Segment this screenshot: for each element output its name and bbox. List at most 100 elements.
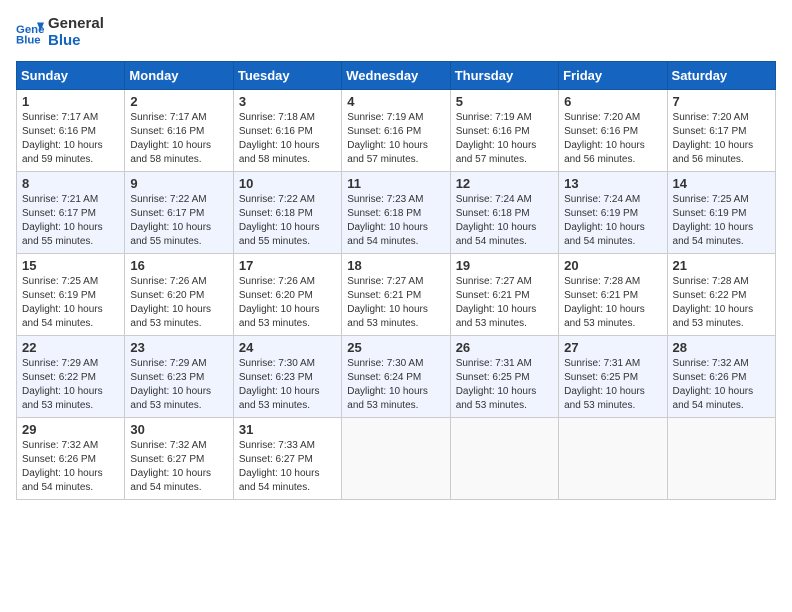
day-number: 22 bbox=[22, 340, 119, 355]
calendar-cell: 9 Sunrise: 7:22 AM Sunset: 6:17 PM Dayli… bbox=[125, 172, 233, 254]
calendar-week-row: 1 Sunrise: 7:17 AM Sunset: 6:16 PM Dayli… bbox=[17, 90, 776, 172]
day-info: Sunrise: 7:30 AM Sunset: 6:24 PM Dayligh… bbox=[347, 357, 444, 413]
calendar-cell: 25 Sunrise: 7:30 AM Sunset: 6:24 PM Dayl… bbox=[342, 336, 450, 418]
calendar-cell bbox=[667, 418, 775, 500]
day-info: Sunrise: 7:29 AM Sunset: 6:23 PM Dayligh… bbox=[130, 357, 227, 413]
calendar-cell: 30 Sunrise: 7:32 AM Sunset: 6:27 PM Dayl… bbox=[125, 418, 233, 500]
calendar-week-row: 29 Sunrise: 7:32 AM Sunset: 6:26 PM Dayl… bbox=[17, 418, 776, 500]
logo-icon: General Blue bbox=[16, 19, 44, 47]
day-number: 6 bbox=[564, 94, 661, 109]
day-number: 15 bbox=[22, 258, 119, 273]
day-number: 19 bbox=[456, 258, 553, 273]
calendar-cell: 13 Sunrise: 7:24 AM Sunset: 6:19 PM Dayl… bbox=[559, 172, 667, 254]
calendar-cell: 6 Sunrise: 7:20 AM Sunset: 6:16 PM Dayli… bbox=[559, 90, 667, 172]
calendar-header-row: SundayMondayTuesdayWednesdayThursdayFrid… bbox=[17, 62, 776, 90]
day-info: Sunrise: 7:32 AM Sunset: 6:26 PM Dayligh… bbox=[22, 439, 119, 495]
day-info: Sunrise: 7:20 AM Sunset: 6:16 PM Dayligh… bbox=[564, 111, 661, 167]
weekday-header-sunday: Sunday bbox=[17, 62, 125, 90]
day-info: Sunrise: 7:17 AM Sunset: 6:16 PM Dayligh… bbox=[22, 111, 119, 167]
day-info: Sunrise: 7:32 AM Sunset: 6:27 PM Dayligh… bbox=[130, 439, 227, 495]
weekday-header-saturday: Saturday bbox=[667, 62, 775, 90]
day-info: Sunrise: 7:24 AM Sunset: 6:19 PM Dayligh… bbox=[564, 193, 661, 249]
day-number: 29 bbox=[22, 422, 119, 437]
day-info: Sunrise: 7:33 AM Sunset: 6:27 PM Dayligh… bbox=[239, 439, 336, 495]
day-info: Sunrise: 7:26 AM Sunset: 6:20 PM Dayligh… bbox=[239, 275, 336, 331]
day-info: Sunrise: 7:17 AM Sunset: 6:16 PM Dayligh… bbox=[130, 111, 227, 167]
day-number: 17 bbox=[239, 258, 336, 273]
weekday-header-wednesday: Wednesday bbox=[342, 62, 450, 90]
day-number: 8 bbox=[22, 176, 119, 191]
logo: General Blue General Blue bbox=[16, 16, 104, 49]
day-number: 5 bbox=[456, 94, 553, 109]
day-number: 2 bbox=[130, 94, 227, 109]
day-number: 30 bbox=[130, 422, 227, 437]
calendar-cell: 18 Sunrise: 7:27 AM Sunset: 6:21 PM Dayl… bbox=[342, 254, 450, 336]
day-number: 25 bbox=[347, 340, 444, 355]
calendar-cell: 19 Sunrise: 7:27 AM Sunset: 6:21 PM Dayl… bbox=[450, 254, 558, 336]
day-number: 10 bbox=[239, 176, 336, 191]
day-number: 9 bbox=[130, 176, 227, 191]
calendar-cell: 31 Sunrise: 7:33 AM Sunset: 6:27 PM Dayl… bbox=[233, 418, 341, 500]
day-number: 24 bbox=[239, 340, 336, 355]
calendar-week-row: 22 Sunrise: 7:29 AM Sunset: 6:22 PM Dayl… bbox=[17, 336, 776, 418]
day-info: Sunrise: 7:31 AM Sunset: 6:25 PM Dayligh… bbox=[456, 357, 553, 413]
day-info: Sunrise: 7:31 AM Sunset: 6:25 PM Dayligh… bbox=[564, 357, 661, 413]
day-info: Sunrise: 7:18 AM Sunset: 6:16 PM Dayligh… bbox=[239, 111, 336, 167]
day-number: 11 bbox=[347, 176, 444, 191]
day-info: Sunrise: 7:27 AM Sunset: 6:21 PM Dayligh… bbox=[347, 275, 444, 331]
day-number: 1 bbox=[22, 94, 119, 109]
calendar-cell: 7 Sunrise: 7:20 AM Sunset: 6:17 PM Dayli… bbox=[667, 90, 775, 172]
calendar-cell: 2 Sunrise: 7:17 AM Sunset: 6:16 PM Dayli… bbox=[125, 90, 233, 172]
weekday-header-friday: Friday bbox=[559, 62, 667, 90]
calendar-cell: 3 Sunrise: 7:18 AM Sunset: 6:16 PM Dayli… bbox=[233, 90, 341, 172]
calendar-cell: 4 Sunrise: 7:19 AM Sunset: 6:16 PM Dayli… bbox=[342, 90, 450, 172]
day-number: 18 bbox=[347, 258, 444, 273]
day-info: Sunrise: 7:26 AM Sunset: 6:20 PM Dayligh… bbox=[130, 275, 227, 331]
day-info: Sunrise: 7:20 AM Sunset: 6:17 PM Dayligh… bbox=[673, 111, 770, 167]
day-info: Sunrise: 7:21 AM Sunset: 6:17 PM Dayligh… bbox=[22, 193, 119, 249]
day-info: Sunrise: 7:23 AM Sunset: 6:18 PM Dayligh… bbox=[347, 193, 444, 249]
calendar-cell: 12 Sunrise: 7:24 AM Sunset: 6:18 PM Dayl… bbox=[450, 172, 558, 254]
calendar-cell bbox=[559, 418, 667, 500]
calendar-cell: 29 Sunrise: 7:32 AM Sunset: 6:26 PM Dayl… bbox=[17, 418, 125, 500]
day-info: Sunrise: 7:22 AM Sunset: 6:17 PM Dayligh… bbox=[130, 193, 227, 249]
calendar-table: SundayMondayTuesdayWednesdayThursdayFrid… bbox=[16, 61, 776, 500]
day-number: 16 bbox=[130, 258, 227, 273]
day-number: 26 bbox=[456, 340, 553, 355]
calendar-cell: 26 Sunrise: 7:31 AM Sunset: 6:25 PM Dayl… bbox=[450, 336, 558, 418]
weekday-header-thursday: Thursday bbox=[450, 62, 558, 90]
day-info: Sunrise: 7:25 AM Sunset: 6:19 PM Dayligh… bbox=[673, 193, 770, 249]
day-number: 23 bbox=[130, 340, 227, 355]
calendar-cell: 1 Sunrise: 7:17 AM Sunset: 6:16 PM Dayli… bbox=[17, 90, 125, 172]
day-number: 28 bbox=[673, 340, 770, 355]
calendar-cell: 10 Sunrise: 7:22 AM Sunset: 6:18 PM Dayl… bbox=[233, 172, 341, 254]
calendar-cell: 8 Sunrise: 7:21 AM Sunset: 6:17 PM Dayli… bbox=[17, 172, 125, 254]
calendar-cell: 16 Sunrise: 7:26 AM Sunset: 6:20 PM Dayl… bbox=[125, 254, 233, 336]
day-number: 20 bbox=[564, 258, 661, 273]
day-number: 21 bbox=[673, 258, 770, 273]
day-info: Sunrise: 7:25 AM Sunset: 6:19 PM Dayligh… bbox=[22, 275, 119, 331]
calendar-cell: 22 Sunrise: 7:29 AM Sunset: 6:22 PM Dayl… bbox=[17, 336, 125, 418]
day-number: 13 bbox=[564, 176, 661, 191]
day-number: 31 bbox=[239, 422, 336, 437]
day-number: 3 bbox=[239, 94, 336, 109]
calendar-week-row: 15 Sunrise: 7:25 AM Sunset: 6:19 PM Dayl… bbox=[17, 254, 776, 336]
day-info: Sunrise: 7:19 AM Sunset: 6:16 PM Dayligh… bbox=[347, 111, 444, 167]
calendar-cell: 24 Sunrise: 7:30 AM Sunset: 6:23 PM Dayl… bbox=[233, 336, 341, 418]
day-info: Sunrise: 7:19 AM Sunset: 6:16 PM Dayligh… bbox=[456, 111, 553, 167]
calendar-week-row: 8 Sunrise: 7:21 AM Sunset: 6:17 PM Dayli… bbox=[17, 172, 776, 254]
day-number: 4 bbox=[347, 94, 444, 109]
calendar-cell: 27 Sunrise: 7:31 AM Sunset: 6:25 PM Dayl… bbox=[559, 336, 667, 418]
logo-blue: Blue bbox=[48, 33, 104, 50]
calendar-cell: 15 Sunrise: 7:25 AM Sunset: 6:19 PM Dayl… bbox=[17, 254, 125, 336]
weekday-header-tuesday: Tuesday bbox=[233, 62, 341, 90]
day-number: 12 bbox=[456, 176, 553, 191]
calendar-cell: 21 Sunrise: 7:28 AM Sunset: 6:22 PM Dayl… bbox=[667, 254, 775, 336]
day-info: Sunrise: 7:28 AM Sunset: 6:21 PM Dayligh… bbox=[564, 275, 661, 331]
day-info: Sunrise: 7:29 AM Sunset: 6:22 PM Dayligh… bbox=[22, 357, 119, 413]
day-number: 27 bbox=[564, 340, 661, 355]
day-info: Sunrise: 7:22 AM Sunset: 6:18 PM Dayligh… bbox=[239, 193, 336, 249]
calendar-cell: 17 Sunrise: 7:26 AM Sunset: 6:20 PM Dayl… bbox=[233, 254, 341, 336]
day-info: Sunrise: 7:32 AM Sunset: 6:26 PM Dayligh… bbox=[673, 357, 770, 413]
calendar-cell: 28 Sunrise: 7:32 AM Sunset: 6:26 PM Dayl… bbox=[667, 336, 775, 418]
